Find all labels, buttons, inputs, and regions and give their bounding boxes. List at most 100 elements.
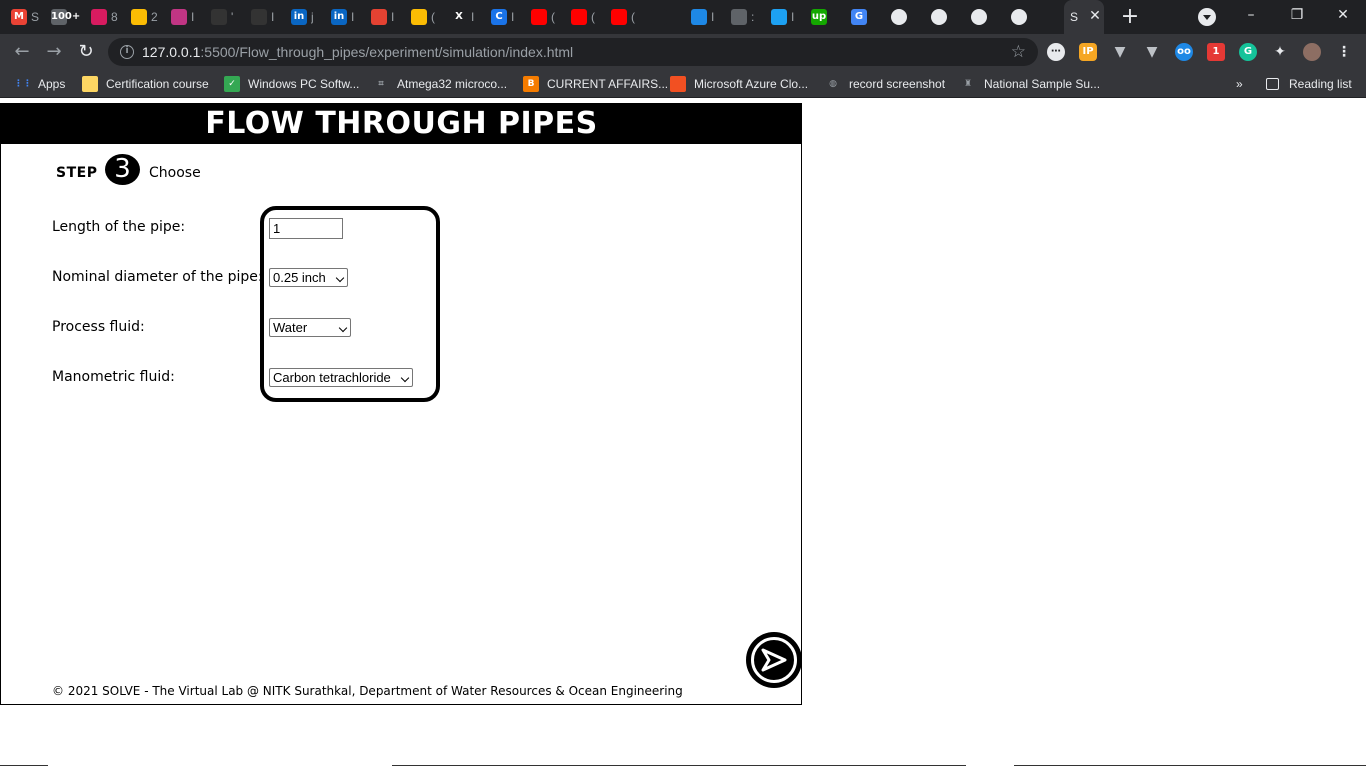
grammarly-icon[interactable]: G: [1239, 43, 1257, 61]
browser-tab[interactable]: I: [684, 0, 724, 34]
browser-tab[interactable]: (: [604, 0, 644, 34]
linkedin-icon: in: [291, 9, 307, 25]
close-tab-icon[interactable]: ✕: [1087, 8, 1103, 24]
tab-title: j: [311, 10, 314, 24]
github-icon: [211, 9, 227, 25]
bookmark-label: Atmega32 microco...: [397, 77, 508, 91]
page-title: FLOW THROUGH PIPES: [1, 103, 802, 144]
footer-copyright: © 2021 SOLVE - The Virtual Lab @ NITK Su…: [52, 684, 683, 698]
bookmark-item[interactable]: Microsoft Azure Clo...: [670, 76, 808, 92]
browser-tab[interactable]: (: [564, 0, 604, 34]
browser-tab[interactable]: I: [764, 0, 804, 34]
url-host: 127.0.0.1: [142, 44, 201, 60]
page-viewport: FLOW THROUGH PIPES STEP 3 Choose Length …: [0, 103, 1366, 768]
browser-tab[interactable]: [964, 0, 1004, 34]
reading-list-button[interactable]: Reading list: [1266, 76, 1352, 92]
browser-tab[interactable]: :: [724, 0, 764, 34]
bookmark-star-icon[interactable]: ☆: [1011, 42, 1026, 62]
folder-icon: [82, 76, 98, 92]
tab-title: I: [471, 10, 475, 24]
bookmark-item[interactable]: ♜ National Sample Su...: [960, 76, 1100, 92]
tab-title: (: [551, 10, 555, 24]
browser-tab[interactable]: [644, 0, 684, 34]
browser-tab[interactable]: MS: [4, 0, 44, 34]
manometric-fluid-select-value: Carbon tetrachloride: [273, 370, 391, 385]
browser-tab[interactable]: I: [244, 0, 284, 34]
menu-kebab-icon[interactable]: ⋮: [1335, 43, 1353, 61]
camera-extension-icon[interactable]: 1: [1207, 43, 1225, 61]
tab-title: I: [511, 10, 515, 24]
vee-icon[interactable]: ▼: [1143, 43, 1161, 61]
close-window-button[interactable]: ✕: [1328, 4, 1358, 26]
tab-search-button[interactable]: [1198, 8, 1216, 26]
step-label: STEP: [56, 165, 98, 181]
site-info-icon[interactable]: i: [120, 45, 134, 59]
process-fluid-select[interactable]: Water: [269, 318, 351, 337]
browser-tab[interactable]: 2: [124, 0, 164, 34]
browser-tab[interactable]: 8: [84, 0, 124, 34]
owl-icon[interactable]: oo: [1175, 43, 1193, 61]
browser-tab[interactable]: XI: [444, 0, 484, 34]
tab-title: I: [271, 10, 275, 24]
process-fluid-label: Process fluid:: [52, 319, 145, 335]
bookmark-item[interactable]: Certification course: [82, 76, 209, 92]
browser-tab[interactable]: 100+: [44, 0, 84, 34]
more-bookmarks-button[interactable]: »: [1236, 76, 1243, 92]
back-button[interactable]: ←: [10, 40, 34, 64]
tab-title: (: [591, 10, 595, 24]
browser-tab[interactable]: I: [164, 0, 204, 34]
length-input[interactable]: 1: [269, 218, 343, 239]
browser-tab[interactable]: CI: [484, 0, 524, 34]
bookmark-item[interactable]: ◍ record screenshot: [825, 76, 945, 92]
profile-avatar[interactable]: [1303, 43, 1321, 61]
browser-tab[interactable]: [884, 0, 924, 34]
reading-list-label: Reading list: [1289, 77, 1352, 91]
tab-title: 8: [111, 10, 118, 24]
browser-tab[interactable]: G: [844, 0, 884, 34]
browser-tab[interactable]: [924, 0, 964, 34]
bookmark-item[interactable]: ⌗ Atmega32 microco...: [373, 76, 507, 92]
browser-tab[interactable]: up: [804, 0, 844, 34]
url-path: :5500/Flow_through_pipes/experiment/simu…: [200, 44, 574, 60]
tab-title: I: [191, 10, 195, 24]
bookmark-item[interactable]: B CURRENT AFFAIRS...: [523, 76, 668, 92]
forward-button[interactable]: →: [42, 40, 66, 64]
youtube-icon: [531, 9, 547, 25]
extension-icon[interactable]: ⋯: [1047, 43, 1065, 61]
browser-tab[interactable]: in j: [284, 0, 324, 34]
url-text[interactable]: 127.0.0.1:5500/Flow_through_pipes/experi…: [142, 44, 573, 60]
browser-tab[interactable]: I: [364, 0, 404, 34]
browser-tab[interactable]: (: [524, 0, 564, 34]
c-icon: C: [491, 9, 507, 25]
address-bar[interactable]: i 127.0.0.1:5500/Flow_through_pipes/expe…: [108, 38, 1038, 66]
bookmark-item[interactable]: ⋮⋮ Apps: [14, 76, 65, 92]
tab-title: ': [231, 10, 234, 24]
chevron-down-icon: [335, 273, 345, 283]
extensions-puzzle-icon[interactable]: ✦: [1271, 43, 1289, 61]
github-icon: [251, 9, 267, 25]
minimize-button[interactable]: –: [1236, 4, 1266, 26]
browser-tab[interactable]: [1004, 0, 1044, 34]
active-browser-tab[interactable]: S ✕: [1064, 0, 1104, 34]
tab-title: :: [751, 10, 755, 24]
restore-button[interactable]: ❐: [1282, 4, 1312, 26]
bookmark-item[interactable]: ✓ Windows PC Softw...: [224, 76, 359, 92]
next-step-button[interactable]: [746, 632, 802, 688]
reload-button[interactable]: ↻: [74, 40, 98, 64]
peace-icon: [731, 9, 747, 25]
todoist-icon: [371, 9, 387, 25]
tab-title: I: [351, 10, 355, 24]
manometric-fluid-select[interactable]: Carbon tetrachloride: [269, 368, 413, 387]
globe-icon: ◍: [829, 79, 837, 89]
bookmark-label: Certification course: [106, 77, 209, 91]
vee-icon[interactable]: ▼: [1111, 43, 1129, 61]
tab-title: I: [791, 10, 795, 24]
browser-tab[interactable]: ': [204, 0, 244, 34]
diameter-label: Nominal diameter of the pipe:: [52, 269, 263, 285]
ublock-icon[interactable]: IP: [1079, 43, 1097, 61]
diameter-select[interactable]: 0.25 inch: [269, 268, 348, 287]
browser-tab[interactable]: in I: [324, 0, 364, 34]
browser-tab[interactable]: (: [404, 0, 444, 34]
new-tab-button[interactable]: +: [1119, 6, 1141, 28]
gmail-icon: 100+: [51, 9, 80, 25]
